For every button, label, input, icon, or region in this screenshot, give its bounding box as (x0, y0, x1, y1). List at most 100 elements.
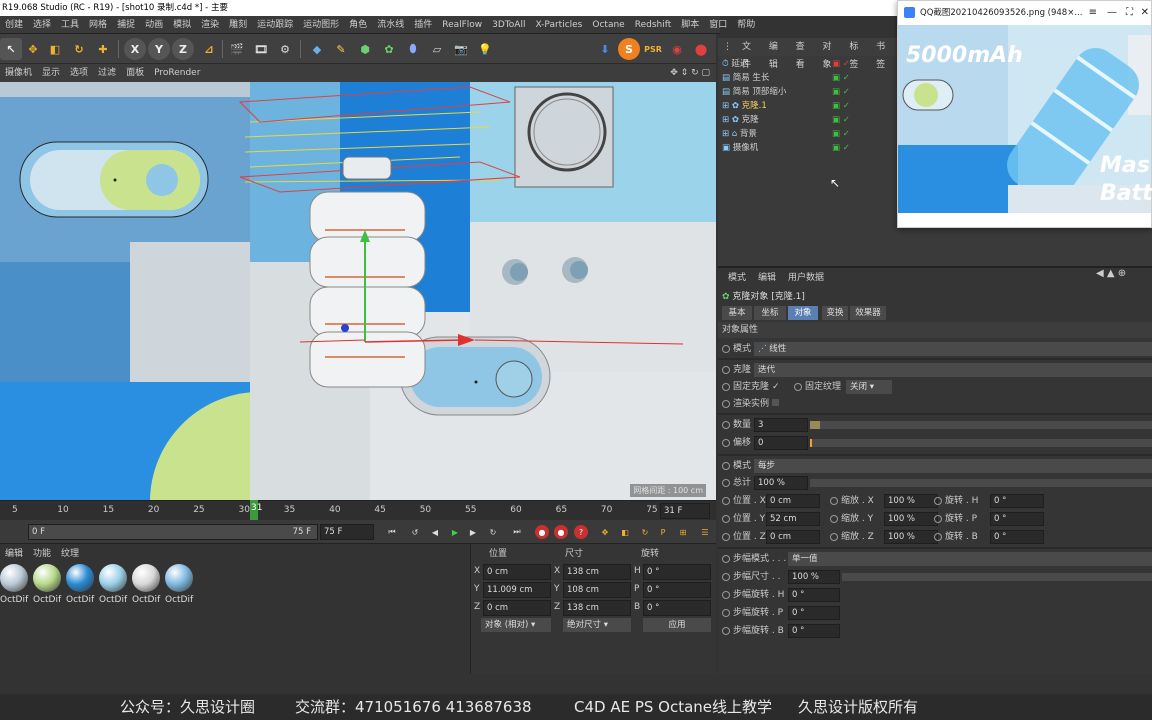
rotation-field[interactable]: 0 ° (990, 494, 1044, 508)
object-visibility-icon[interactable]: ▣ ✓ (832, 100, 850, 113)
render-to-picture-viewer-icon[interactable]: 🎞 (250, 38, 272, 60)
object-menu-item[interactable]: 文件 (737, 38, 764, 70)
count-field[interactable]: 3 (754, 418, 808, 432)
attribute-menu-item[interactable]: 模式 (722, 270, 752, 283)
pen-icon[interactable]: ✎ (330, 38, 352, 60)
close-icon[interactable]: ✕ (1141, 1, 1149, 25)
offset-slider[interactable] (810, 439, 1152, 447)
material-ball[interactable] (33, 564, 61, 592)
menu-icon[interactable]: ≡ (1089, 1, 1097, 25)
menu-item[interactable]: 选择 (28, 16, 56, 33)
count-slider[interactable] (810, 421, 1152, 429)
key-pla-icon[interactable]: ⊞ (676, 525, 690, 539)
keyframe-selection-icon[interactable]: ? (574, 525, 588, 539)
position-field[interactable]: 0 cm (766, 530, 820, 544)
previous-key-icon[interactable]: ↺ (408, 525, 422, 539)
object-visibility-icon[interactable]: ▣ ✓ (832, 86, 850, 99)
menu-item[interactable]: 创建 (0, 16, 28, 33)
material-ball[interactable] (99, 564, 127, 592)
key-rotation-icon[interactable]: ↻ (638, 525, 652, 539)
apply-button[interactable]: 应用 (643, 618, 711, 632)
play-icon[interactable]: ▶ (448, 525, 462, 539)
step-forward-icon[interactable]: ▶ (466, 525, 480, 539)
viewport-navigation-icon[interactable]: ✥ ⇕ ↻ ▢ (665, 64, 716, 82)
attribute-tab[interactable]: 对象 (788, 306, 818, 320)
material-menu-item[interactable]: 功能 (28, 546, 56, 562)
step-rotation-field[interactable]: 0 ° (788, 624, 840, 638)
material-ball[interactable] (165, 564, 193, 592)
total-field[interactable]: 100 % (754, 476, 808, 490)
autokey-icon[interactable]: ⬤ (690, 38, 712, 60)
viewport-menu-item[interactable]: 摄像机 (0, 64, 37, 82)
size-field[interactable]: 138 cm (563, 564, 631, 580)
maximize-icon[interactable]: ⛶ (1126, 1, 1133, 25)
material-menu-item[interactable]: 编辑 (0, 546, 28, 562)
z-axis-lock-button[interactable]: Z (172, 38, 194, 60)
end-frame-field[interactable]: 31 F (660, 503, 710, 519)
viewport-menu-item[interactable]: 显示 (37, 64, 65, 82)
render-instances-checkbox[interactable] (772, 399, 780, 406)
position-field[interactable]: 0 cm (766, 494, 820, 508)
menu-item[interactable]: 角色 (344, 16, 372, 33)
offset-field[interactable]: 0 (754, 436, 808, 450)
viewport-menu-item[interactable]: 选项 (65, 64, 93, 82)
subdivision-icon[interactable]: ⬢ (354, 38, 376, 60)
total-slider[interactable] (810, 479, 1152, 487)
go-to-start-icon[interactable]: ⏮ (385, 525, 399, 539)
attribute-tab[interactable]: 变换 (822, 306, 848, 320)
3d-viewport[interactable]: 网格间距 : 100 cm (0, 82, 716, 500)
step-mode-dropdown[interactable]: 单一值 (788, 552, 1152, 566)
menu-item[interactable]: 插件 (409, 16, 437, 33)
key-position-icon[interactable]: ✥ (598, 525, 612, 539)
clone-mode-dropdown[interactable]: 迭代 (754, 363, 1152, 377)
per-step-dropdown[interactable]: 每步 (754, 459, 1152, 473)
mograph-icon[interactable]: ✿ (378, 38, 400, 60)
navigation-arrows-icon[interactable]: ◀ ▲ ⊕ (1096, 268, 1126, 279)
step-rotation-field[interactable]: 0 ° (788, 606, 840, 620)
rotation-field[interactable]: 0 ° (990, 512, 1044, 526)
record-key-icon[interactable]: ● (535, 525, 549, 539)
position-field[interactable]: 52 cm (766, 512, 820, 526)
fix-texture-dropdown[interactable]: 关闭 ▾ (846, 380, 892, 394)
x-axis-lock-button[interactable]: X (124, 38, 146, 60)
light-icon[interactable]: 💡 (474, 38, 496, 60)
deformer-icon[interactable]: ⬮ (402, 38, 424, 60)
timeline-menu-icon[interactable]: ☰ (698, 525, 712, 539)
menu-item[interactable]: Octane (587, 16, 629, 33)
attribute-menu-item[interactable]: 用户数据 (782, 270, 830, 283)
loop-icon[interactable]: ↻ (486, 525, 500, 539)
rotation-field[interactable]: 0 ° (643, 582, 711, 598)
menu-item[interactable]: 流水线 (372, 16, 409, 33)
size-field[interactable]: 108 cm (563, 582, 631, 598)
step-rotation-field[interactable]: 0 ° (788, 588, 840, 602)
mode-dropdown[interactable]: ⋰ 线性 (754, 342, 1152, 356)
attribute-tab[interactable]: 基本 (722, 306, 752, 320)
image-viewer-window[interactable]: QQ截图20210426093526.png (948×... ≡ — ⛶ ✕ … (897, 0, 1152, 228)
object-menu-item[interactable]: 书签 (871, 38, 898, 70)
y-axis-lock-button[interactable]: Y (148, 38, 170, 60)
render-view-icon[interactable]: 🎬 (226, 38, 248, 60)
minimize-icon[interactable]: — (1107, 1, 1117, 25)
viewport-menu-item[interactable]: 面板 (121, 64, 149, 82)
material-ball[interactable] (132, 564, 160, 592)
rotation-field[interactable]: 0 ° (643, 600, 711, 616)
position-field[interactable]: 11.009 cm (483, 582, 551, 598)
rotation-field[interactable]: 0 ° (990, 530, 1044, 544)
menu-item[interactable]: 捕捉 (112, 16, 140, 33)
menu-item[interactable]: 帮助 (732, 16, 760, 33)
object-visibility-icon[interactable]: ▣ ✓ (832, 128, 850, 141)
scale-tool-icon[interactable]: ◧ (44, 38, 66, 60)
floor-icon[interactable]: ▱ (426, 38, 448, 60)
object-menu-item[interactable]: 标签 (844, 38, 871, 70)
go-to-end-icon[interactable]: ⏭ (510, 525, 524, 539)
menu-item[interactable]: Redshift (630, 16, 677, 33)
size-field[interactable]: 138 cm (563, 600, 631, 616)
transform-tool-icon[interactable]: ✚ (92, 38, 114, 60)
viewport-menu-item[interactable]: 过滤 (93, 64, 121, 82)
autokey-record-icon[interactable]: ● (554, 525, 568, 539)
record-icon[interactable]: ◉ (666, 38, 688, 60)
step-back-icon[interactable]: ◀ (428, 525, 442, 539)
octane-s-icon[interactable]: S (618, 38, 640, 60)
object-menu-item[interactable]: 对象 (817, 38, 844, 70)
coordinate-system-icon[interactable]: ⊿ (198, 38, 220, 60)
